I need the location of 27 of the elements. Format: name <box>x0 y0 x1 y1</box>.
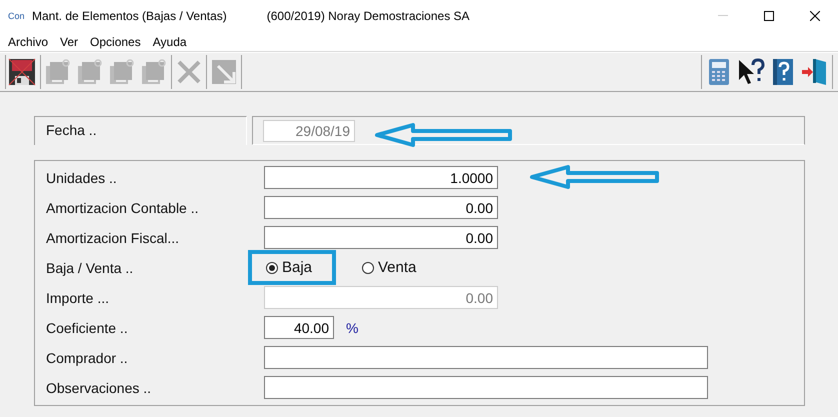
app-icon: Con <box>8 11 26 21</box>
input-field[interactable]: 40.00 <box>264 316 334 339</box>
menu-item[interactable]: Ver <box>54 34 84 48</box>
input-field[interactable]: 1.0000 <box>264 166 498 189</box>
radio-button[interactable]: Venta <box>344 250 432 285</box>
input-field[interactable]: 0.00 <box>264 196 498 219</box>
input-field[interactable] <box>264 376 708 399</box>
field-label: Coeficiente .. <box>46 320 129 336</box>
field-label: Fecha .. <box>34 116 247 145</box>
menu-item[interactable]: Ayuda <box>146 34 193 48</box>
maximize-icon <box>764 11 774 21</box>
close-icon <box>810 11 820 21</box>
field-label: Comprador .. <box>46 350 129 366</box>
field-label: Amortizacion Contable .. <box>46 200 200 216</box>
field-label: Importe ... <box>46 290 110 306</box>
menu-item[interactable]: Archivo <box>2 34 54 48</box>
field-label: Observaciones .. <box>46 380 152 396</box>
input-field[interactable] <box>264 346 708 369</box>
input-field[interactable]: 0.00 <box>264 226 498 249</box>
field-label: Amortizacion Fiscal... <box>46 230 180 246</box>
window-title: Mant. de Elementos (Bajas / Ventas) <box>32 9 227 23</box>
menu-item[interactable]: Opciones <box>84 34 147 48</box>
field-label: Baja / Venta .. <box>46 260 134 276</box>
field-label: Unidades .. <box>46 170 118 186</box>
minimize-icon <box>718 15 728 17</box>
window-subtitle: (600/2019) Noray Demostraciones SA <box>266 9 470 23</box>
unit-label: % <box>346 320 358 336</box>
